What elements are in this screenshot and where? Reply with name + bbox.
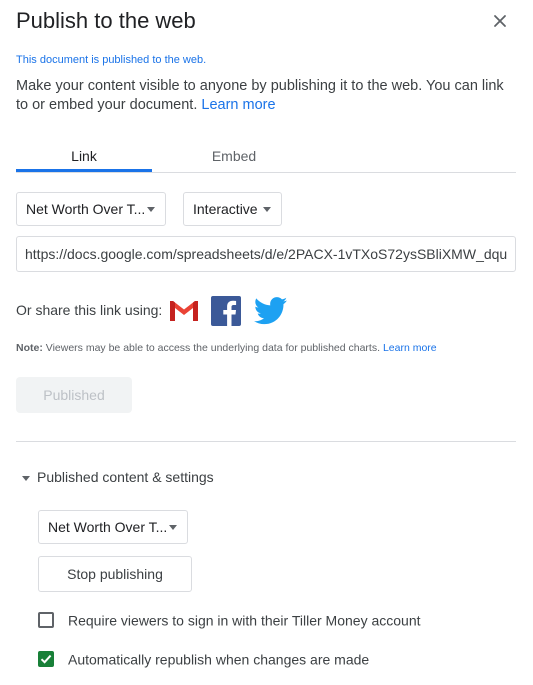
auto-republish-label: Automatically republish when changes are… xyxy=(68,651,370,668)
tab-embed[interactable]: Embed xyxy=(166,143,302,171)
divider xyxy=(16,441,516,442)
sheet-select-value: Net Worth Over T... xyxy=(26,201,146,217)
format-select-value: Interactive xyxy=(193,201,258,217)
published-button: Published xyxy=(16,377,132,413)
note-prefix: Note: xyxy=(16,342,43,354)
require-sign-in-label: Require viewers to sign in with their Ti… xyxy=(68,612,421,629)
chevron-down-icon xyxy=(147,207,155,212)
gmail-icon[interactable] xyxy=(168,297,200,325)
tab-link[interactable]: Link xyxy=(16,143,152,171)
tab-bar: Link Embed xyxy=(16,143,516,173)
chevron-down-icon xyxy=(169,525,177,530)
checkmark-icon xyxy=(40,655,52,664)
require-sign-in-option[interactable]: Require viewers to sign in with their Ti… xyxy=(38,611,421,629)
require-sign-in-checkbox[interactable] xyxy=(38,612,54,629)
published-sheet-select[interactable]: Net Worth Over T... xyxy=(38,510,188,544)
published-sheet-select-value: Net Worth Over T... xyxy=(48,519,168,535)
auto-republish-option[interactable]: Automatically republish when changes are… xyxy=(38,650,370,668)
dialog-description: Make your content visible to anyone by p… xyxy=(16,77,516,115)
published-settings-toggle[interactable]: Published content & settings xyxy=(22,469,214,485)
chevron-down-icon xyxy=(22,475,30,481)
twitter-icon[interactable] xyxy=(254,297,288,325)
share-label: Or share this link using: xyxy=(16,302,163,318)
publish-url-field[interactable] xyxy=(16,236,516,272)
auto-republish-checkbox[interactable] xyxy=(38,651,54,668)
format-select[interactable]: Interactive xyxy=(183,192,282,226)
publish-status: This document is published to the web. xyxy=(16,54,207,66)
note-learn-more-link[interactable]: Learn more xyxy=(383,342,437,354)
chevron-down-icon xyxy=(263,207,271,212)
close-icon[interactable] xyxy=(490,11,510,31)
stop-publishing-button[interactable]: Stop publishing xyxy=(38,556,192,592)
facebook-icon[interactable] xyxy=(211,296,241,326)
section-label: Published content & settings xyxy=(37,469,214,485)
note-body: Viewers may be able to access the underl… xyxy=(45,342,381,354)
dialog-title: Publish to the web xyxy=(16,8,196,33)
active-tab-indicator xyxy=(16,169,152,172)
sheet-select[interactable]: Net Worth Over T... xyxy=(16,192,166,226)
learn-more-link[interactable]: Learn more xyxy=(201,97,275,113)
note-text: Note: Viewers may be able to access the … xyxy=(16,342,437,354)
